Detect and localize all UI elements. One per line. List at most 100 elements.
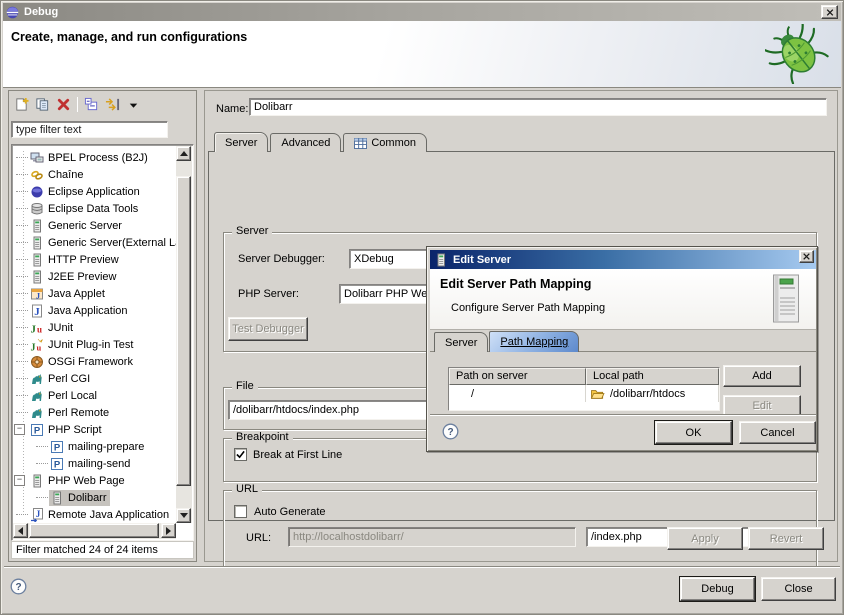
tree-item-java-applet[interactable]: JJava Applet [13,285,176,302]
tree-item-perl-local[interactable]: Perl Local [13,387,176,404]
tree-item-mailing-send[interactable]: Pmailing-send [13,455,176,472]
menu-dropdown-icon [126,97,141,112]
tree-guide [13,514,29,515]
tree-item-generic-server[interactable]: Generic Server [13,217,176,234]
breakpoint-group-legend: Breakpoint [232,431,293,443]
scroll-down-button[interactable] [176,508,191,523]
config-tree: BPEL Process (B2J)ChaîneEclipse Applicat… [11,144,194,541]
svg-text:P: P [54,442,61,453]
config-sidebar: BPEL Process (B2J)ChaîneEclipse Applicat… [8,90,197,562]
tree-guide [13,361,29,362]
tree-item-java-application[interactable]: J Java Application [13,302,176,319]
scroll-up-button[interactable] [176,146,191,161]
auto-generate-checkbox[interactable] [234,505,247,518]
junit-icon: Ju [30,321,44,335]
collapse-toggle-icon[interactable] [13,424,29,435]
tab-server[interactable]: Server [434,332,488,352]
tree-item-cha-ne[interactable]: Chaîne [13,166,176,183]
tree-item-remote-java-application[interactable]: JRemote Java Application [13,506,176,523]
tree-guide [33,446,49,447]
tree-item-content: J2EE Preview [29,269,119,285]
tree-item-dolibarr[interactable]: Dolibarr [13,489,176,506]
break-first-line-checkbox[interactable] [234,448,247,461]
file-group-legend: File [232,380,258,392]
test-debugger-button[interactable]: Test Debugger [228,317,308,341]
window-close-button[interactable] [821,5,838,19]
tree-item-j2ee-preview[interactable]: J2EE Preview [13,268,176,285]
tree-item-content: Chaîne [29,167,86,183]
server-icon [30,219,44,233]
duplicate-configuration-button[interactable] [32,95,53,114]
cancel-button[interactable]: Cancel [739,421,816,444]
tab-path-mapping[interactable]: Path Mapping [489,331,579,352]
add-mapping-button[interactable]: Add [723,365,801,387]
filter-launch-button[interactable] [102,95,123,114]
tree-horizontal-scrollbar[interactable] [13,523,176,539]
revert-button[interactable]: Revert [748,527,824,550]
filter-menu-button[interactable] [123,95,144,114]
scroll-left-button[interactable] [13,523,28,538]
window-titlebar[interactable]: Debug [3,3,841,21]
tree-item-php-script[interactable]: PPHP Script [13,421,176,438]
java-icon: J [30,304,44,318]
mapping-row[interactable]: //dolibarr/htdocs [449,385,719,402]
tree-item-junit-plug-in-test[interactable]: JuJUnit Plug-in Test [13,336,176,353]
tree-item-content: Pmailing-send [49,456,133,472]
column-header-local-path[interactable]: Local path [586,368,719,385]
tree-item-perl-remote[interactable]: Perl Remote [13,404,176,421]
tree-item-label: Java Application [48,305,128,317]
collapse-toggle-icon[interactable] [13,475,29,486]
tree-item-http-preview[interactable]: HTTP Preview [13,251,176,268]
tree-item-content: Generic Server(External La [29,235,176,251]
ok-button[interactable]: OK [655,421,732,444]
tree-item-php-web-page[interactable]: PHP Web Page [13,472,176,489]
name-input[interactable] [249,98,827,116]
tree-guide [33,497,49,498]
applet-icon: J [30,287,44,301]
tree-item-perl-cgi[interactable]: Perl CGI [13,370,176,387]
server-icon [50,491,64,505]
help-icon[interactable]: ? [442,423,459,440]
tree-guide [13,378,29,379]
tree-item-osgi-framework[interactable]: OSGi Framework [13,353,176,370]
tree-item-eclipse-data-tools[interactable]: Eclipse Data Tools [13,200,176,217]
help-icon[interactable]: ? [10,578,27,595]
tree-item-content: BPEL Process (B2J) [29,150,151,166]
scroll-right-button[interactable] [161,523,176,538]
tree-item-junit[interactable]: JuJUnit [13,319,176,336]
server-icon [30,474,44,488]
tab-common[interactable]: Common [343,133,427,152]
dialog-close-button[interactable] [799,250,814,263]
dialog-titlebar[interactable]: Edit Server [430,250,816,269]
tab-advanced[interactable]: Advanced [270,133,341,152]
delete-configuration-button[interactable] [53,95,74,114]
tree-guide [13,208,29,209]
tree-guide [13,395,29,396]
tree-item-bpel-process-b2j[interactable]: BPEL Process (B2J) [13,149,176,166]
horizontal-scroll-thumb[interactable] [29,523,159,538]
tree-item-content: Generic Server [29,218,125,234]
php-icon: P [50,457,64,471]
tree-item-content: PHP Web Page [29,473,128,489]
remote-java-icon: J [30,508,44,522]
column-header-path-on-server[interactable]: Path on server [449,368,586,385]
tree-item-mailing-prepare[interactable]: Pmailing-prepare [13,438,176,455]
tree-item-eclipse-application[interactable]: Eclipse Application [13,183,176,200]
tree-item-generic-server-external-la[interactable]: Generic Server(External La [13,234,176,251]
url-label: URL: [246,532,271,544]
tree-vertical-scrollbar[interactable] [176,146,192,523]
debug-button[interactable]: Debug [680,577,755,601]
new-configuration-button[interactable] [11,95,32,114]
bug-icon [765,24,831,87]
collapse-all-button[interactable] [81,95,102,114]
filter-input[interactable] [11,121,168,138]
tree-guide [13,225,29,226]
tab-server[interactable]: Server [214,132,268,152]
vertical-scroll-thumb[interactable] [176,176,191,486]
close-button[interactable]: Close [761,577,836,601]
url-base-input[interactable] [288,527,576,547]
server-icon [30,270,44,284]
apply-button[interactable]: Apply [667,527,743,550]
eclipse-logo-icon [6,6,19,19]
tree-item-content: Pmailing-prepare [49,439,147,455]
